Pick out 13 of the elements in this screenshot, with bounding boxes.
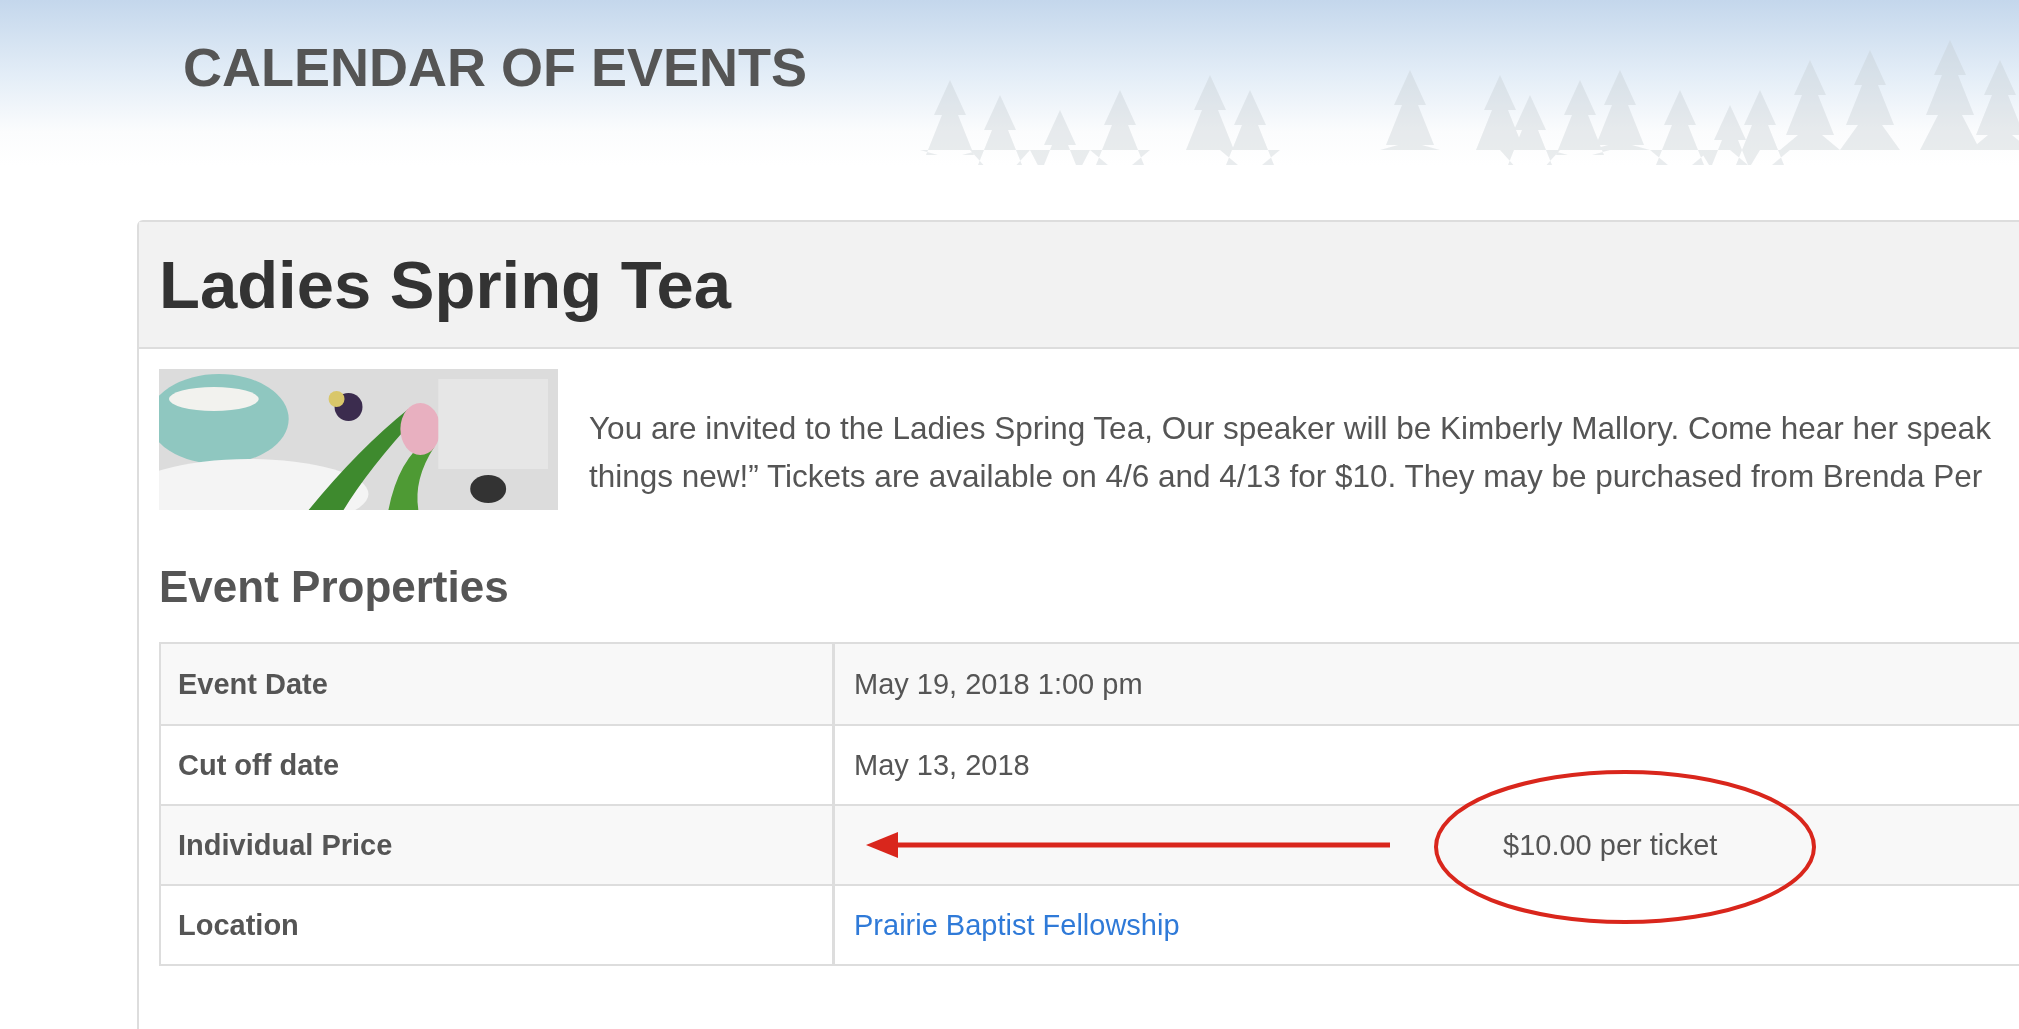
property-value: $10.00 per ticket	[1503, 828, 1718, 861]
property-label: Individual Price	[178, 828, 393, 862]
property-value: May 19, 2018 1:00 pm	[854, 667, 1143, 701]
description-text: things new!” Tickets are available on 4/6 and 4/13 for $10. They may be purchased from Brenda Per	[589, 456, 1984, 495]
location-link[interactable]: Prairie Baptist Fellowship	[854, 908, 1180, 942]
property-label: Location	[178, 908, 299, 942]
site-title: CALENDAR OF EVENTS	[183, 35, 808, 98]
property-value: May 13, 2018	[854, 748, 1030, 782]
property-label: Cut off date	[178, 748, 340, 782]
event-title: Ladies Spring Tea	[159, 246, 732, 323]
property-label: Event Date	[178, 667, 328, 701]
section-heading: Event Properties	[159, 562, 510, 612]
description-text: You are invited to the Ladies Spring Tea, Our speaker will be Kimberly Mallory. Come hear her speak	[589, 408, 1991, 447]
